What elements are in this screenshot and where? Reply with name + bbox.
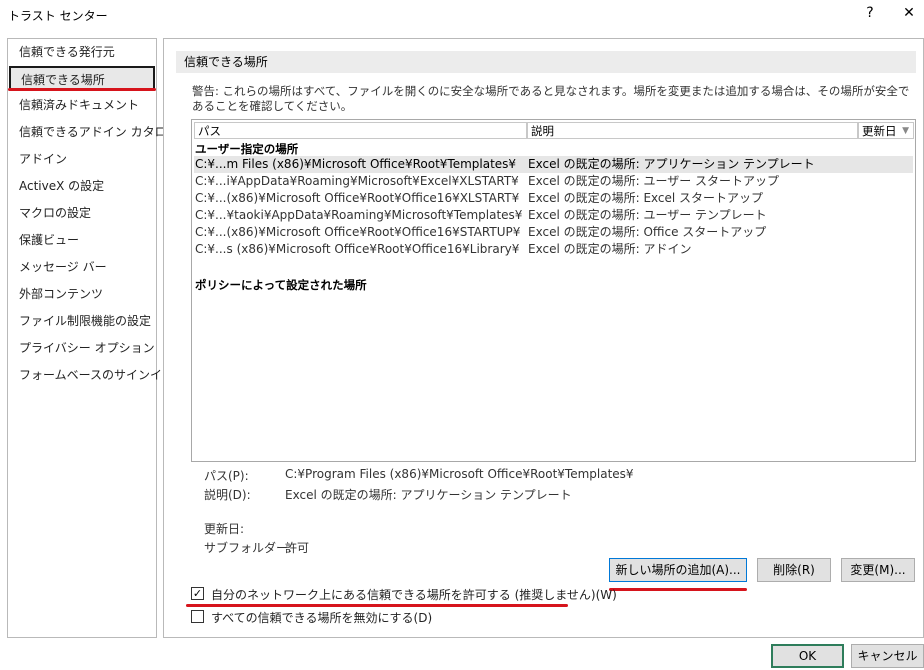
disable-all-checkbox[interactable] <box>191 610 204 623</box>
row-description: Excel の既定の場所: Excel スタートアップ <box>528 191 764 205</box>
network-locations-label[interactable]: 自分のネットワーク上にある信頼できる場所を許可する (推奨しません)(W) <box>211 586 617 603</box>
row-path: C:¥...¥taoki¥AppData¥Roaming¥Microsoft¥T… <box>195 208 523 222</box>
sidebar-nav: 信頼できる発行元 信頼できる場所 信頼済みドキュメント 信頼できるアドイン カタ… <box>7 38 179 638</box>
group-user-locations: ユーザー指定の場所 <box>195 142 299 156</box>
row-description: Excel の既定の場所: ユーザー スタートアップ <box>528 174 780 188</box>
detail-desc-value: Excel の既定の場所: アプリケーション テンプレート <box>285 488 572 502</box>
sidebar-item-addins[interactable]: アドイン <box>9 147 155 172</box>
network-locations-checkbox[interactable]: ✓ <box>191 587 204 600</box>
column-modified[interactable]: 更新日 ▼ <box>858 122 914 139</box>
group-policy-locations: ポリシーによって設定された場所 <box>195 278 367 292</box>
sidebar-item-trusted-addin-catalogs[interactable]: 信頼できるアドイン カタログ <box>9 120 179 145</box>
column-modified-label: 更新日 <box>862 124 897 138</box>
row-path: C:¥...i¥AppData¥Roaming¥Microsoft¥Excel¥… <box>195 174 519 188</box>
disable-all-label[interactable]: すべての信頼できる場所を無効にする(D) <box>211 609 432 626</box>
table-row[interactable]: C:¥...m Files (x86)¥Microsoft Office¥Roo… <box>194 156 913 173</box>
locations-table: パス 説明 更新日 ▼ ユーザー指定の場所 C:¥...m Files (x86… <box>191 119 916 462</box>
table-row[interactable]: C:¥...(x86)¥Microsoft Office¥Root¥Office… <box>194 224 913 241</box>
detail-path-value: C:¥Program Files (x86)¥Microsoft Office¥… <box>285 467 634 481</box>
detail-subfolders-label: サブフォルダー: <box>204 541 293 555</box>
row-description: Excel の既定の場所: アプリケーション テンプレート <box>528 157 815 171</box>
ok-button[interactable]: OK <box>771 644 844 668</box>
row-path: C:¥...s (x86)¥Microsoft Office¥Root¥Offi… <box>195 242 520 256</box>
row-description: Excel の既定の場所: Office スタートアップ <box>528 225 767 239</box>
close-button[interactable]: ✕ <box>900 5 918 23</box>
sidebar-item-activex[interactable]: ActiveX の設定 <box>9 174 155 199</box>
window-title: トラスト センター <box>8 9 108 23</box>
sidebar-item-privacy[interactable]: プライバシー オプション <box>9 336 155 361</box>
cancel-button[interactable]: キャンセル <box>851 644 924 668</box>
column-path[interactable]: パス <box>194 122 527 139</box>
table-row[interactable]: C:¥...¥taoki¥AppData¥Roaming¥Microsoft¥T… <box>194 207 913 224</box>
row-path: C:¥...m Files (x86)¥Microsoft Office¥Roo… <box>195 157 517 171</box>
modify-button[interactable]: 変更(M)... <box>841 558 915 582</box>
annotation-underline <box>8 88 156 91</box>
sidebar-item-external-content[interactable]: 外部コンテンツ <box>9 282 155 307</box>
warning-text: 警告: これらの場所はすべて、ファイルを開くのに安全な場所であると見なされます。… <box>192 84 910 113</box>
sidebar-item-macro[interactable]: マクロの設定 <box>9 201 155 226</box>
help-button[interactable]: ? <box>862 5 878 23</box>
add-location-button[interactable]: 新しい場所の追加(A)... <box>609 558 747 582</box>
row-path: C:¥...(x86)¥Microsoft Office¥Root¥Office… <box>195 191 520 205</box>
column-description[interactable]: 説明 <box>527 122 858 139</box>
detail-desc-label: 説明(D): <box>204 488 251 502</box>
annotation-underline <box>186 604 568 607</box>
sidebar-item-message-bar[interactable]: メッセージ バー <box>9 255 155 280</box>
sidebar-item-form-signin[interactable]: フォームベースのサインイン <box>9 363 174 388</box>
detail-path-label: パス(P): <box>204 469 249 483</box>
detail-modified-label: 更新日: <box>204 522 245 536</box>
sidebar-item-trusted-publishers[interactable]: 信頼できる発行元 <box>9 40 155 65</box>
row-description: Excel の既定の場所: ユーザー テンプレート <box>528 208 767 222</box>
section-title: 信頼できる場所 <box>176 51 916 73</box>
row-path: C:¥...(x86)¥Microsoft Office¥Root¥Office… <box>195 225 521 239</box>
detail-subfolders-value: 許可 <box>285 541 310 555</box>
table-row[interactable]: C:¥...s (x86)¥Microsoft Office¥Root¥Offi… <box>194 241 913 258</box>
annotation-underline <box>609 588 747 591</box>
table-row[interactable]: C:¥...(x86)¥Microsoft Office¥Root¥Office… <box>194 190 913 207</box>
sidebar-item-file-block[interactable]: ファイル制限機能の設定 <box>9 309 155 334</box>
table-row[interactable]: C:¥...i¥AppData¥Roaming¥Microsoft¥Excel¥… <box>194 173 913 190</box>
sort-arrow-icon: ▼ <box>902 126 909 136</box>
main-panel: 信頼できる場所 警告: これらの場所はすべて、ファイルを開くのに安全な場所である… <box>163 38 924 638</box>
row-description: Excel の既定の場所: アドイン <box>528 242 692 256</box>
sidebar-item-protected-view[interactable]: 保護ビュー <box>9 228 155 253</box>
title-bar: トラスト センター ? ✕ <box>0 0 924 30</box>
sidebar-item-trusted-documents[interactable]: 信頼済みドキュメント <box>9 93 155 118</box>
remove-button[interactable]: 削除(R) <box>757 558 831 582</box>
